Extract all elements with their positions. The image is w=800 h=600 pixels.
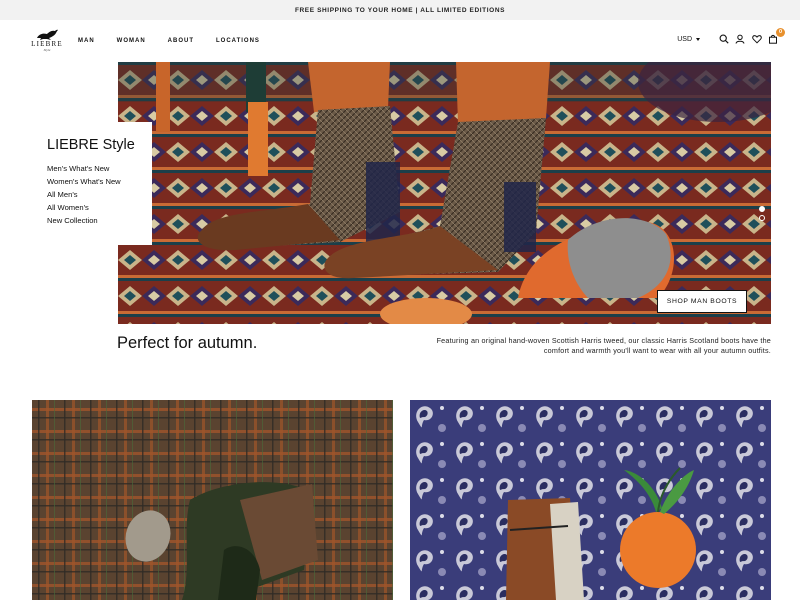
main-nav: MAN WOMAN ABOUT LOCATIONS xyxy=(78,38,282,44)
hero-banner[interactable] xyxy=(118,62,771,324)
bag-icon[interactable]: 0 xyxy=(768,28,785,44)
style-card-title: LIEBRE Style xyxy=(47,137,135,153)
link-all-mens[interactable]: All Men's xyxy=(47,188,152,201)
nav-woman[interactable]: WOMAN xyxy=(117,38,146,44)
link-new-collection[interactable]: New Collection xyxy=(47,214,152,227)
nav-locations[interactable]: LOCATIONS xyxy=(216,38,260,44)
user-icon[interactable] xyxy=(735,34,745,44)
site-header: LIEBRE Style MAN WOMAN ABOUT LOCATIONS U… xyxy=(0,20,800,62)
announcement-text: FREE SHIPPING TO YOUR HOME | ALL LIMITED… xyxy=(294,6,506,14)
product-tile-paisley[interactable] xyxy=(410,400,771,600)
slide-dot-2[interactable] xyxy=(759,215,765,221)
nav-about[interactable]: ABOUT xyxy=(168,38,194,44)
feature-tagline: Perfect for autumn. xyxy=(117,334,258,352)
tweed-boot-image xyxy=(32,400,393,600)
search-icon[interactable] xyxy=(719,34,729,44)
style-link-list: Men's What's New Women's What's New All … xyxy=(47,162,152,227)
shop-man-boots-button[interactable]: SHOP MAN BOOTS xyxy=(657,290,747,313)
link-all-womens[interactable]: All Women's xyxy=(47,201,152,214)
heart-icon[interactable] xyxy=(751,34,762,44)
feature-description: Featuring an original hand-woven Scottis… xyxy=(436,336,771,355)
currency-select[interactable]: USD xyxy=(677,36,700,43)
paisley-boot-image xyxy=(410,400,771,600)
nav-man[interactable]: MAN xyxy=(78,38,95,44)
slider-dots xyxy=(759,206,765,224)
link-mens-whats-new[interactable]: Men's What's New xyxy=(47,162,152,175)
slide-dot-1[interactable] xyxy=(759,206,765,212)
header-actions: USD 0 xyxy=(677,28,785,44)
currency-label: USD xyxy=(677,35,692,43)
product-tile-tweed[interactable] xyxy=(32,400,393,600)
brand-logo[interactable]: LIEBRE Style xyxy=(30,28,64,56)
announcement-bar: FREE SHIPPING TO YOUR HOME | ALL LIMITED… xyxy=(0,0,800,20)
cart-count-badge: 0 xyxy=(776,28,785,37)
chevron-down-icon xyxy=(696,37,700,41)
brand-sub: Style xyxy=(43,48,51,52)
style-menu-card: LIEBRE Style Men's What's New Women's Wh… xyxy=(34,122,152,245)
brand-name: LIEBRE xyxy=(31,40,63,48)
hero-image xyxy=(118,62,771,324)
link-womens-whats-new[interactable]: Women's What's New xyxy=(47,175,152,188)
